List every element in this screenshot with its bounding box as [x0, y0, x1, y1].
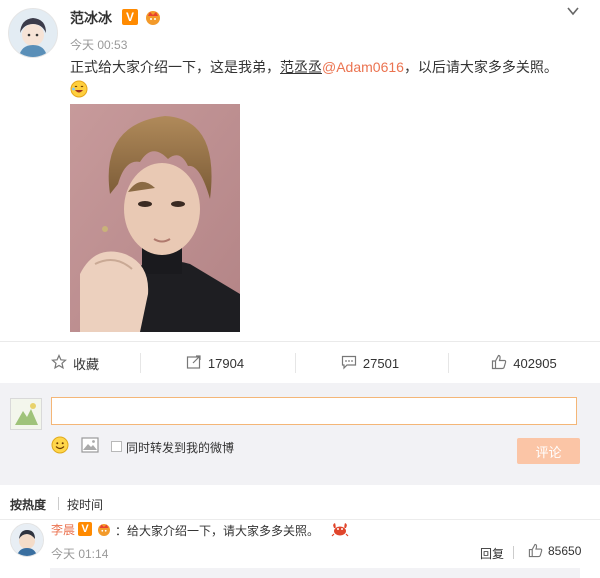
verified-badge-icon: V: [78, 522, 92, 536]
crown-badge-icon: [96, 521, 112, 537]
my-avatar[interactable]: [10, 398, 42, 430]
comment-button[interactable]: 27501: [295, 342, 445, 384]
like-count: 402905: [513, 355, 557, 371]
submit-comment-button[interactable]: 评论: [517, 438, 580, 464]
post-text-before: 正式给大家介绍一下，这是我弟，: [70, 59, 280, 75]
thumbs-up-icon: [528, 543, 543, 558]
verified-badge-icon: V: [122, 9, 138, 25]
favorite-label: 收藏: [72, 356, 99, 372]
divider: [58, 497, 59, 510]
tab-sort-by-hot[interactable]: 按热度: [10, 496, 46, 513]
commenter-avatar[interactable]: [10, 523, 44, 557]
brother-name: 范丞丞: [280, 59, 322, 75]
star-icon: [51, 353, 67, 373]
author-name[interactable]: 范冰冰: [70, 8, 112, 28]
action-bar: 收藏 17904 27501 402905: [0, 341, 600, 384]
author-avatar[interactable]: [8, 8, 58, 58]
like-button[interactable]: 402905: [448, 342, 600, 384]
comment-count: 27501: [362, 355, 400, 371]
commenter-name[interactable]: 李晨: [51, 521, 75, 538]
comment-time: 今天 01:14: [51, 547, 109, 561]
laughing-emoji-icon: [70, 80, 88, 98]
post-time[interactable]: 今天 00:53: [70, 36, 127, 53]
also-repost-checkbox[interactable]: [111, 441, 122, 452]
repost-icon: [186, 354, 202, 373]
post-photo[interactable]: [70, 104, 240, 332]
also-repost-label[interactable]: 同时转发到我的微博: [126, 439, 234, 456]
chevron-down-icon[interactable]: [566, 4, 580, 18]
post-text-after: ，以后请大家多多关照。: [403, 59, 558, 75]
comment-text: ：给大家介绍一下，请大家多多关照。: [115, 524, 320, 538]
crab-emoji-icon: [331, 520, 349, 538]
comment-icon: [341, 354, 357, 373]
tab-sort-by-time[interactable]: 按时间: [67, 496, 103, 513]
image-upload-icon[interactable]: [81, 437, 99, 453]
crown-badge-icon: [144, 8, 162, 26]
comment-like-button[interactable]: 85650: [528, 543, 581, 558]
emoji-picker-icon[interactable]: [51, 436, 69, 454]
post-text: 正式给大家介绍一下，这是我弟，范丞丞@Adam0616，以后请大家多多关照。: [70, 57, 558, 77]
comment-input[interactable]: [51, 397, 577, 425]
repost-count: 17904: [207, 355, 245, 371]
thumbs-up-icon: [491, 354, 507, 373]
favorite-button[interactable]: 收藏: [0, 342, 150, 384]
reply-preview-strip: [50, 568, 580, 578]
mention-link[interactable]: @Adam0616: [322, 59, 404, 75]
reply-button[interactable]: 回复: [480, 545, 504, 562]
divider: [513, 546, 514, 559]
repost-button[interactable]: 17904: [140, 342, 290, 384]
comment-like-count: 85650: [548, 543, 582, 558]
